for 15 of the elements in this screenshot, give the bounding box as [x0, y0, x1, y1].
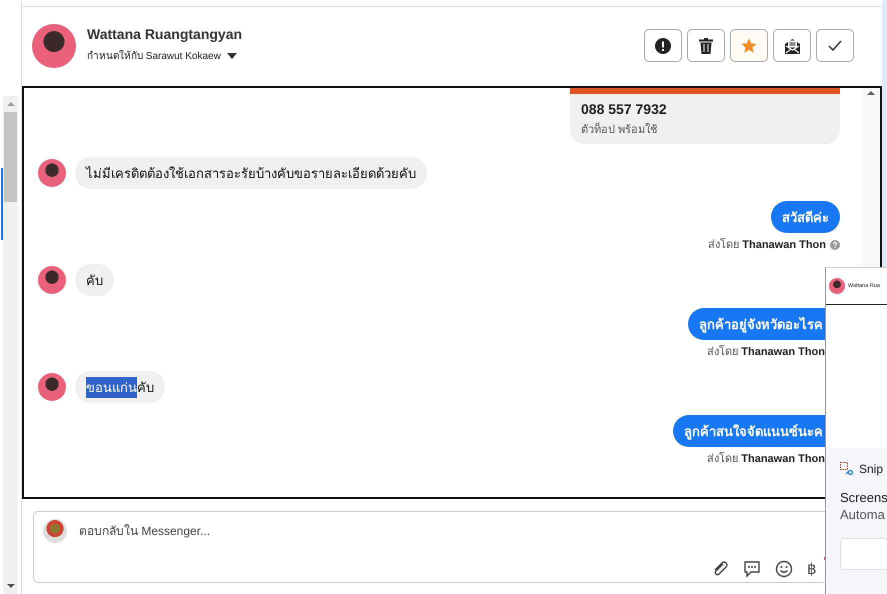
contact-name: Wattana Ruangtangyan: [87, 26, 242, 42]
assigned-to-label: กำหนดให้กับ Sarawut Kokaew: [87, 49, 221, 63]
message-bubble: คับ: [75, 264, 114, 296]
notification-title: Screens: [840, 490, 887, 505]
app-name: Snip: [859, 462, 884, 476]
message-bubble: ลูกค้าอยู่จังหวัดอะไรค: [688, 308, 825, 340]
sender-label: ส่งโดย Thanawan Thon: [708, 238, 826, 252]
message-bubble: ขอนแก่นคับ: [75, 371, 165, 403]
sender-label: ส่งโดย Thanawan Thon: [707, 452, 825, 466]
message-bubble: ไม่มีเครดิตต้องใช้เอกสารอะรัยบ้างคับขอรายละเอียดด้วยคับ: [75, 157, 427, 189]
card-title: 088 557 7932: [581, 101, 668, 117]
message-bubble: ลูกค้าสนใจจัดแนนซ์นะค: [673, 415, 825, 447]
message-bubble: สวัสดีค่ะ: [771, 201, 840, 233]
sender-label: ส่งโดย Thanawan Thon: [707, 345, 825, 359]
card-subtitle: ตัวท็อป พร้อมใช้: [581, 121, 658, 138]
